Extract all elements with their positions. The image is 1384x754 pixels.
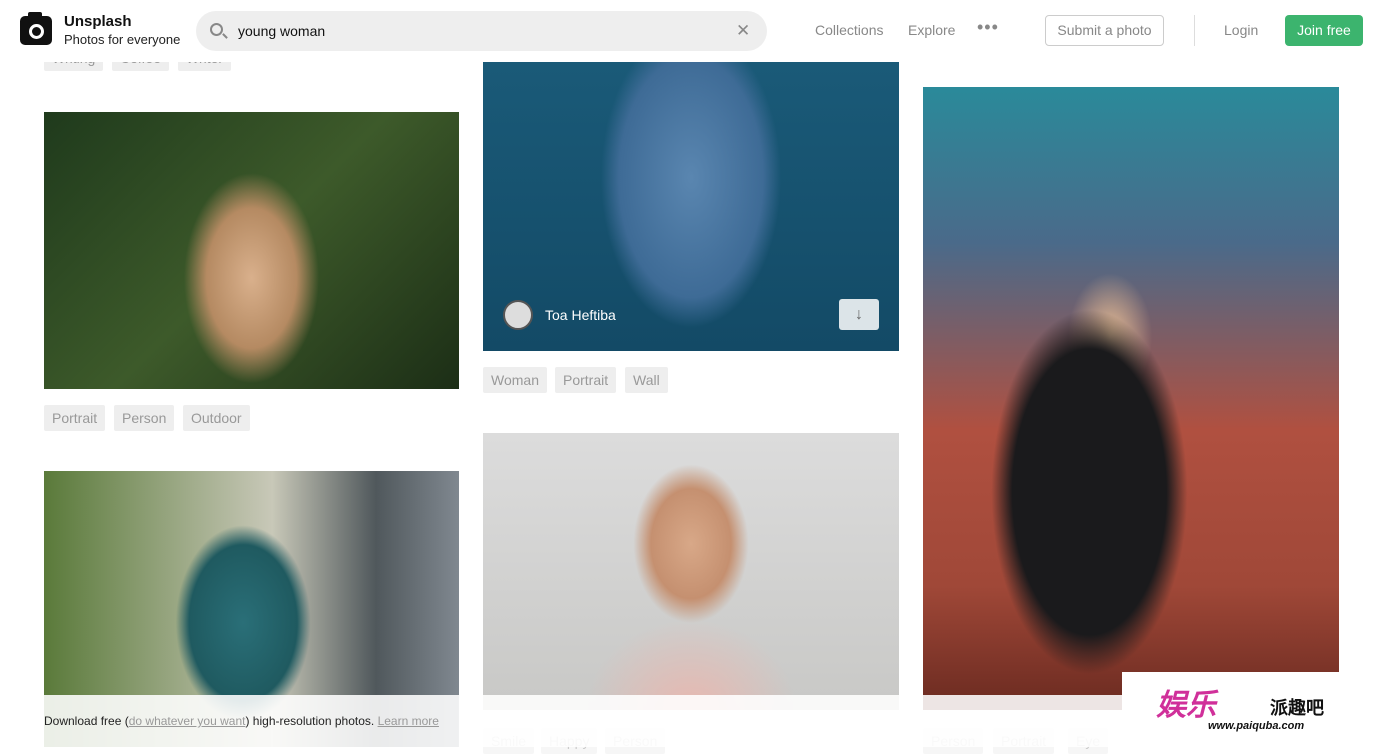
login-link[interactable]: Login	[1224, 22, 1258, 38]
tag[interactable]: Portrait	[555, 367, 617, 393]
tag[interactable]: Portrait	[44, 405, 106, 431]
photo-smiling-woman-glasses[interactable]	[483, 433, 899, 710]
watermark-logo-text: 娱乐	[1156, 689, 1216, 722]
watermark-name: 派趣吧	[1270, 698, 1324, 718]
join-free-button[interactable]: Join free	[1285, 15, 1363, 46]
photo-denim-jacket[interactable]: Toa Heftiba ↓	[483, 62, 899, 351]
brand-name[interactable]: Unsplash	[64, 13, 132, 30]
tag[interactable]: Woman	[483, 367, 547, 393]
more-icon[interactable]: •••	[977, 17, 999, 38]
nav-collections[interactable]: Collections	[815, 22, 883, 38]
author-avatar[interactable]	[503, 300, 533, 330]
banner-text-suffix: ) high-resolution photos.	[245, 714, 375, 728]
photo-woman-black-top[interactable]	[923, 87, 1339, 710]
brand-tagline: Photos for everyone	[64, 32, 181, 47]
license-link[interactable]: do whatever you want	[129, 714, 246, 728]
tag[interactable]: Outdoor	[183, 405, 250, 431]
photo-woman-leaves[interactable]	[44, 112, 459, 389]
search-icon	[210, 23, 223, 36]
download-icon[interactable]: ↓	[839, 299, 879, 330]
tag[interactable]: Wall	[625, 367, 668, 393]
nav-explore[interactable]: Explore	[908, 22, 955, 38]
watermark-url: www.paiquba.com	[1208, 720, 1305, 732]
clear-search-icon[interactable]: ✕	[736, 21, 750, 41]
search-bar[interactable]: ✕	[196, 11, 767, 51]
divider	[1194, 15, 1195, 46]
camera-logo-icon[interactable]	[20, 12, 52, 45]
tag[interactable]: Person	[114, 405, 175, 431]
watermark-logo: 娱乐 派趣吧 www.paiquba.com	[1122, 672, 1340, 742]
author-name[interactable]: Toa Heftiba	[545, 307, 616, 323]
top-nav: Unsplash Photos for everyone ✕ Collectio…	[0, 0, 1384, 62]
submit-photo-button[interactable]: Submit a photo	[1045, 15, 1164, 46]
learn-more-link[interactable]: Learn more	[378, 714, 439, 728]
search-input[interactable]	[238, 11, 718, 51]
banner-text-prefix: Download free (	[44, 714, 129, 728]
